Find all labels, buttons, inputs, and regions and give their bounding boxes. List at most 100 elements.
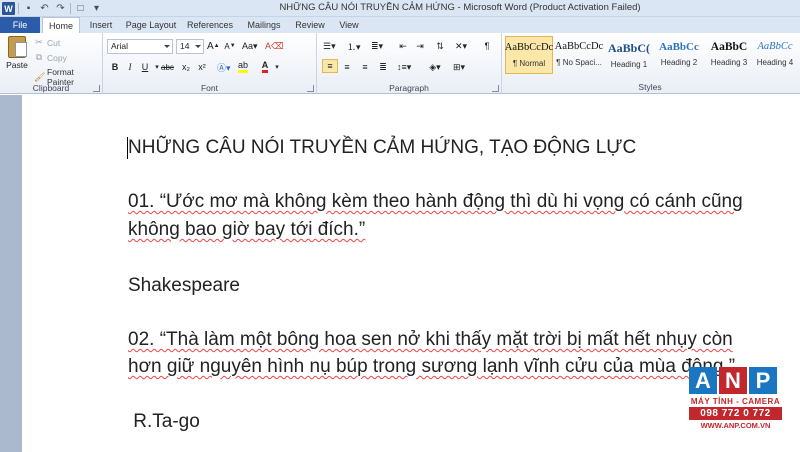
clipboard-dialog-launcher[interactable] bbox=[93, 85, 100, 92]
text-effects-button[interactable]: Ⓐ▾ bbox=[217, 60, 231, 74]
font-size-select[interactable]: 14 bbox=[176, 39, 204, 54]
bold-button[interactable]: B bbox=[109, 60, 121, 74]
paint-bucket-icon: ◈▾ bbox=[429, 61, 441, 72]
align-right-button[interactable]: ≡ bbox=[359, 60, 371, 74]
style-heading-2[interactable]: AaBbCc Heading 2 bbox=[655, 36, 703, 74]
anp-watermark-logo: A N P MÁY TÍNH - CAMERA 098 772 0 772 WW… bbox=[689, 367, 782, 437]
change-case-button[interactable]: Aa▾ bbox=[242, 39, 258, 53]
sort-button[interactable]: ⇅ bbox=[434, 39, 446, 53]
highlight-button[interactable]: ab bbox=[237, 60, 249, 74]
align-center-icon: ≡ bbox=[344, 62, 350, 72]
author-1[interactable]: Shakespeare bbox=[128, 275, 240, 297]
line-spacing-button[interactable]: ↕≡▾ bbox=[397, 60, 411, 74]
copy-label: Copy bbox=[47, 52, 67, 63]
tab-review[interactable]: Review bbox=[292, 17, 328, 33]
grow-font-button[interactable]: A ▲ bbox=[207, 39, 220, 53]
paragraph-dialog-launcher[interactable] bbox=[492, 85, 499, 92]
tab-insert[interactable]: Insert bbox=[84, 17, 118, 33]
logo-tagline: MÁY TÍNH - CAMERA bbox=[690, 397, 781, 406]
clear-formatting-button[interactable]: A⌫ bbox=[265, 39, 284, 53]
cut-button[interactable]: ✂ Cut bbox=[34, 37, 60, 48]
tab-page-layout[interactable]: Page Layout bbox=[124, 17, 178, 33]
line-spacing-icon: ↕≡▾ bbox=[397, 61, 412, 72]
decrease-indent-button[interactable]: ⇤ bbox=[397, 39, 409, 53]
grow-font-label: A bbox=[207, 40, 214, 52]
bullets-button[interactable]: ☰▾ bbox=[323, 39, 336, 53]
font-name-value: Arial bbox=[111, 41, 129, 51]
style-normal[interactable]: AaBbCcDc ¶ Normal bbox=[505, 36, 553, 74]
font-group-label: Font bbox=[200, 83, 218, 93]
justify-button[interactable]: ≣ bbox=[377, 60, 389, 74]
styles-gallery: AaBbCcDc ¶ Normal AaBbCcDc ¶ No Spaci...… bbox=[505, 36, 795, 76]
align-center-button[interactable]: ≡ bbox=[341, 60, 353, 74]
copy-button[interactable]: ⧉ Copy bbox=[34, 52, 67, 63]
multilevel-list-button[interactable]: ≣▾ bbox=[371, 39, 383, 53]
multilevel-list-icon: ≣▾ bbox=[371, 40, 384, 51]
quote-2-line-2[interactable]: hơn giữ nguyên hình nụ búp trong sương l… bbox=[128, 356, 735, 378]
strikethrough-button[interactable]: abc bbox=[161, 60, 174, 74]
paragraph-group: ☰▾ ⒈▾ ≣▾ ⇤ ⇥ ⇅ ✕▾ ¶ ≡ ≡ ≡ ≣ ↕≡▾ ◈▾ ⊞▾ Pa… bbox=[317, 33, 502, 94]
underline-button[interactable]: U bbox=[139, 60, 151, 74]
style-sample: AaBbC bbox=[710, 41, 748, 53]
shading-button[interactable]: ◈▾ bbox=[429, 60, 441, 74]
tab-file[interactable]: File bbox=[0, 17, 40, 33]
style-name: ¶ No Spaci... bbox=[556, 58, 602, 67]
font-color-dropdown[interactable]: ▾ bbox=[271, 60, 283, 74]
quote-1-line-1[interactable]: 01. “Ước mơ mà không kèm theo hành động … bbox=[128, 191, 743, 213]
superscript-button[interactable]: x² bbox=[196, 60, 208, 74]
italic-button[interactable]: I bbox=[124, 60, 136, 74]
logo-website: WWW.ANP.COM.VN bbox=[700, 421, 771, 430]
tab-view[interactable]: View bbox=[334, 17, 364, 33]
change-case-icon: Aa▾ bbox=[242, 40, 258, 51]
clipboard-group-label: Clipboard bbox=[32, 83, 70, 93]
chevron-down-icon bbox=[195, 45, 201, 48]
tab-home[interactable]: Home bbox=[42, 17, 80, 33]
eraser-icon: A⌫ bbox=[265, 40, 284, 51]
show-marks-button[interactable]: ¶ bbox=[481, 39, 493, 53]
paragraph-group-label: Paragraph bbox=[389, 83, 429, 93]
quote-2-line-1[interactable]: 02. “Thà làm một bông hoa sen nở khi thấ… bbox=[128, 329, 733, 351]
font-size-value: 14 bbox=[180, 41, 190, 51]
asian-layout-icon: ✕▾ bbox=[455, 40, 468, 51]
sort-icon: ⇅ bbox=[436, 40, 444, 51]
font-dialog-launcher[interactable] bbox=[307, 85, 314, 92]
text-effects-icon: Ⓐ▾ bbox=[217, 62, 231, 73]
document-title[interactable]: NHỮNG CÂU NÓI TRUYỀN CẢM HỨNG, TẠO ĐỘNG … bbox=[128, 137, 636, 159]
shrink-font-button[interactable]: A ▼ bbox=[224, 39, 236, 53]
ribbon-tabs: File Home Insert Page Layout References … bbox=[0, 17, 800, 33]
increase-indent-button[interactable]: ⇥ bbox=[414, 39, 426, 53]
style-sample: AaBbC( bbox=[607, 41, 650, 55]
asian-layout-button[interactable]: ✕▾ bbox=[455, 39, 467, 53]
clipboard-group: Paste ✂ Cut ⧉ Copy 🖌 Format Painter Clipboa… bbox=[0, 33, 103, 94]
quote-1-line-2[interactable]: không bao giờ bay tới đích.” bbox=[128, 219, 365, 241]
chevron-down-icon: ▾ bbox=[155, 64, 159, 71]
style-heading-3[interactable]: AaBbC Heading 3 bbox=[705, 36, 753, 74]
paintbrush-icon: 🖌 bbox=[34, 71, 46, 82]
cut-label: Cut bbox=[47, 37, 61, 48]
style-name: Heading 1 bbox=[610, 60, 648, 69]
justify-icon: ≣ bbox=[379, 61, 387, 72]
author-2[interactable]: R.Ta-go bbox=[128, 411, 200, 433]
tab-mailings[interactable]: Mailings bbox=[242, 17, 286, 33]
borders-button[interactable]: ⊞▾ bbox=[453, 60, 465, 74]
highlighter-icon: ab bbox=[237, 61, 248, 73]
logo-letter-p: P bbox=[749, 367, 777, 394]
font-color-button[interactable]: A bbox=[259, 60, 271, 74]
style-sample: AaBbCc bbox=[659, 41, 699, 53]
style-no-spacing[interactable]: AaBbCcDc ¶ No Spaci... bbox=[555, 36, 603, 74]
bullet-list-icon: ☰▾ bbox=[323, 40, 336, 51]
style-heading-1[interactable]: AaBbC( Heading 1 bbox=[605, 36, 653, 74]
chevron-down-icon bbox=[164, 45, 170, 48]
font-color-icon: A bbox=[261, 61, 269, 73]
tab-references[interactable]: References bbox=[184, 17, 236, 33]
numbering-button[interactable]: ⒈▾ bbox=[347, 39, 361, 53]
align-right-icon: ≡ bbox=[362, 62, 368, 72]
paste-button[interactable]: Paste bbox=[4, 36, 30, 78]
borders-icon: ⊞▾ bbox=[453, 61, 466, 72]
subscript-button[interactable]: x₂ bbox=[180, 60, 192, 74]
style-heading-4[interactable]: AaBbCc Heading 4 bbox=[753, 36, 797, 74]
style-name: ¶ Normal bbox=[512, 59, 546, 68]
copy-icon: ⧉ bbox=[35, 52, 43, 62]
align-left-button[interactable]: ≡ bbox=[322, 59, 338, 73]
font-name-select[interactable]: Arial bbox=[107, 39, 173, 54]
